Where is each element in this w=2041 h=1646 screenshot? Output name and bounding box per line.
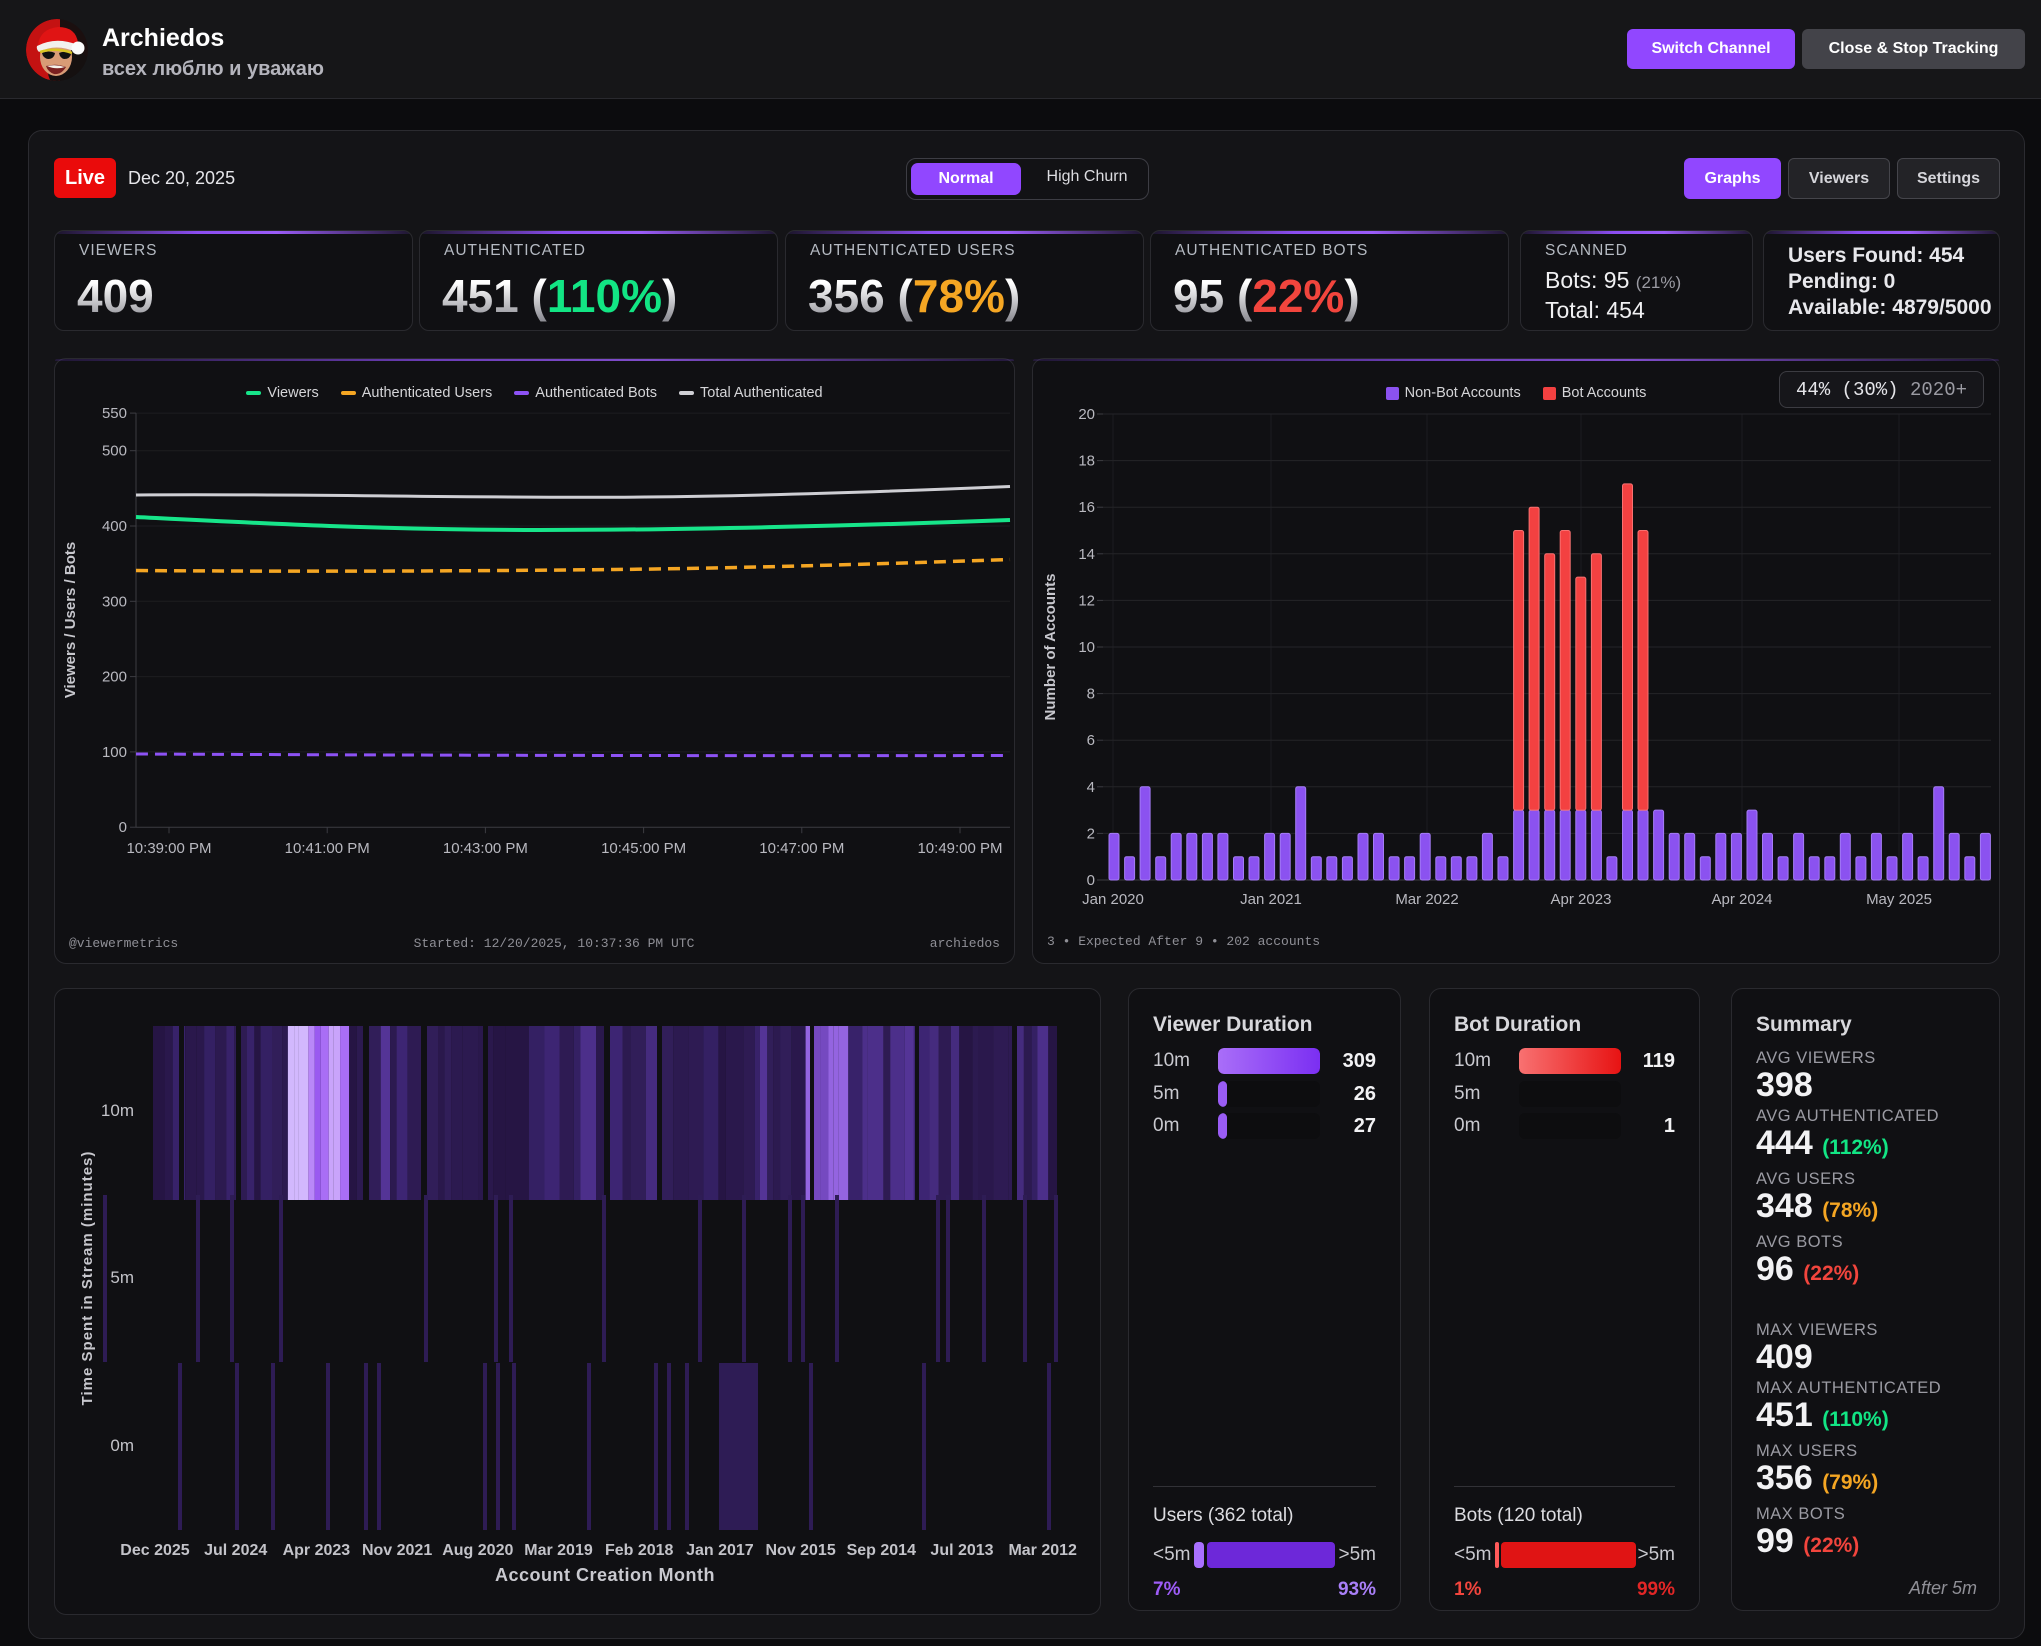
svg-text:Jul 2024: Jul 2024 <box>204 1542 267 1559</box>
svg-text:14: 14 <box>1078 546 1095 563</box>
svg-text:10:47:00 PM: 10:47:00 PM <box>759 840 844 857</box>
svg-text:Sep 2014: Sep 2014 <box>847 1542 916 1559</box>
svg-text:400: 400 <box>102 518 127 535</box>
svg-text:Dec 2025: Dec 2025 <box>120 1542 189 1559</box>
svg-text:Jan 2020: Jan 2020 <box>1082 891 1144 908</box>
svg-text:Aug 2020: Aug 2020 <box>442 1542 513 1559</box>
svg-text:10:43:00 PM: 10:43:00 PM <box>443 840 528 857</box>
svg-text:Apr 2023: Apr 2023 <box>283 1542 351 1559</box>
svg-text:100: 100 <box>102 744 127 761</box>
svg-text:10m: 10m <box>101 1101 134 1120</box>
svg-text:Nov 2021: Nov 2021 <box>362 1542 432 1559</box>
svg-text:Time Spent in Stream (minutes): Time Spent in Stream (minutes) <box>79 1151 96 1406</box>
svg-text:18: 18 <box>1078 453 1095 470</box>
svg-text:Apr 2023: Apr 2023 <box>1551 891 1612 908</box>
svg-text:20: 20 <box>1078 406 1095 423</box>
svg-text:10:45:00 PM: 10:45:00 PM <box>601 840 686 857</box>
svg-text:Viewers / Users / Bots: Viewers / Users / Bots <box>62 542 79 698</box>
svg-text:Nov 2015: Nov 2015 <box>765 1542 835 1559</box>
svg-text:0: 0 <box>1087 872 1095 889</box>
svg-text:300: 300 <box>102 593 127 610</box>
svg-text:10: 10 <box>1078 639 1095 656</box>
svg-text:Jul 2013: Jul 2013 <box>930 1542 993 1559</box>
svg-text:Jan 2021: Jan 2021 <box>1240 891 1302 908</box>
svg-text:0m: 0m <box>110 1436 134 1455</box>
svg-text:12: 12 <box>1078 592 1095 609</box>
svg-text:550: 550 <box>102 405 127 422</box>
svg-text:Apr 2024: Apr 2024 <box>1712 891 1773 908</box>
svg-text:5m: 5m <box>110 1268 134 1287</box>
svg-text:200: 200 <box>102 669 127 686</box>
svg-text:10:49:00 PM: 10:49:00 PM <box>917 840 1002 857</box>
svg-text:16: 16 <box>1078 499 1095 516</box>
svg-text:8: 8 <box>1087 686 1095 703</box>
svg-text:Account Creation Month: Account Creation Month <box>495 1565 715 1585</box>
svg-text:May 2025: May 2025 <box>1866 891 1932 908</box>
svg-text:10:39:00 PM: 10:39:00 PM <box>126 840 211 857</box>
svg-text:2: 2 <box>1087 825 1095 842</box>
svg-text:Feb 2018: Feb 2018 <box>605 1542 674 1559</box>
svg-text:6: 6 <box>1087 732 1095 749</box>
svg-text:4: 4 <box>1087 779 1095 796</box>
svg-text:Mar 2019: Mar 2019 <box>524 1542 593 1559</box>
svg-text:Mar 2012: Mar 2012 <box>1008 1542 1077 1559</box>
svg-text:Mar 2022: Mar 2022 <box>1395 891 1458 908</box>
svg-text:0: 0 <box>119 819 127 836</box>
svg-text:10:41:00 PM: 10:41:00 PM <box>285 840 370 857</box>
svg-text:Number of Accounts: Number of Accounts <box>1042 574 1059 721</box>
svg-text:Jan 2017: Jan 2017 <box>686 1542 754 1559</box>
svg-text:500: 500 <box>102 443 127 460</box>
